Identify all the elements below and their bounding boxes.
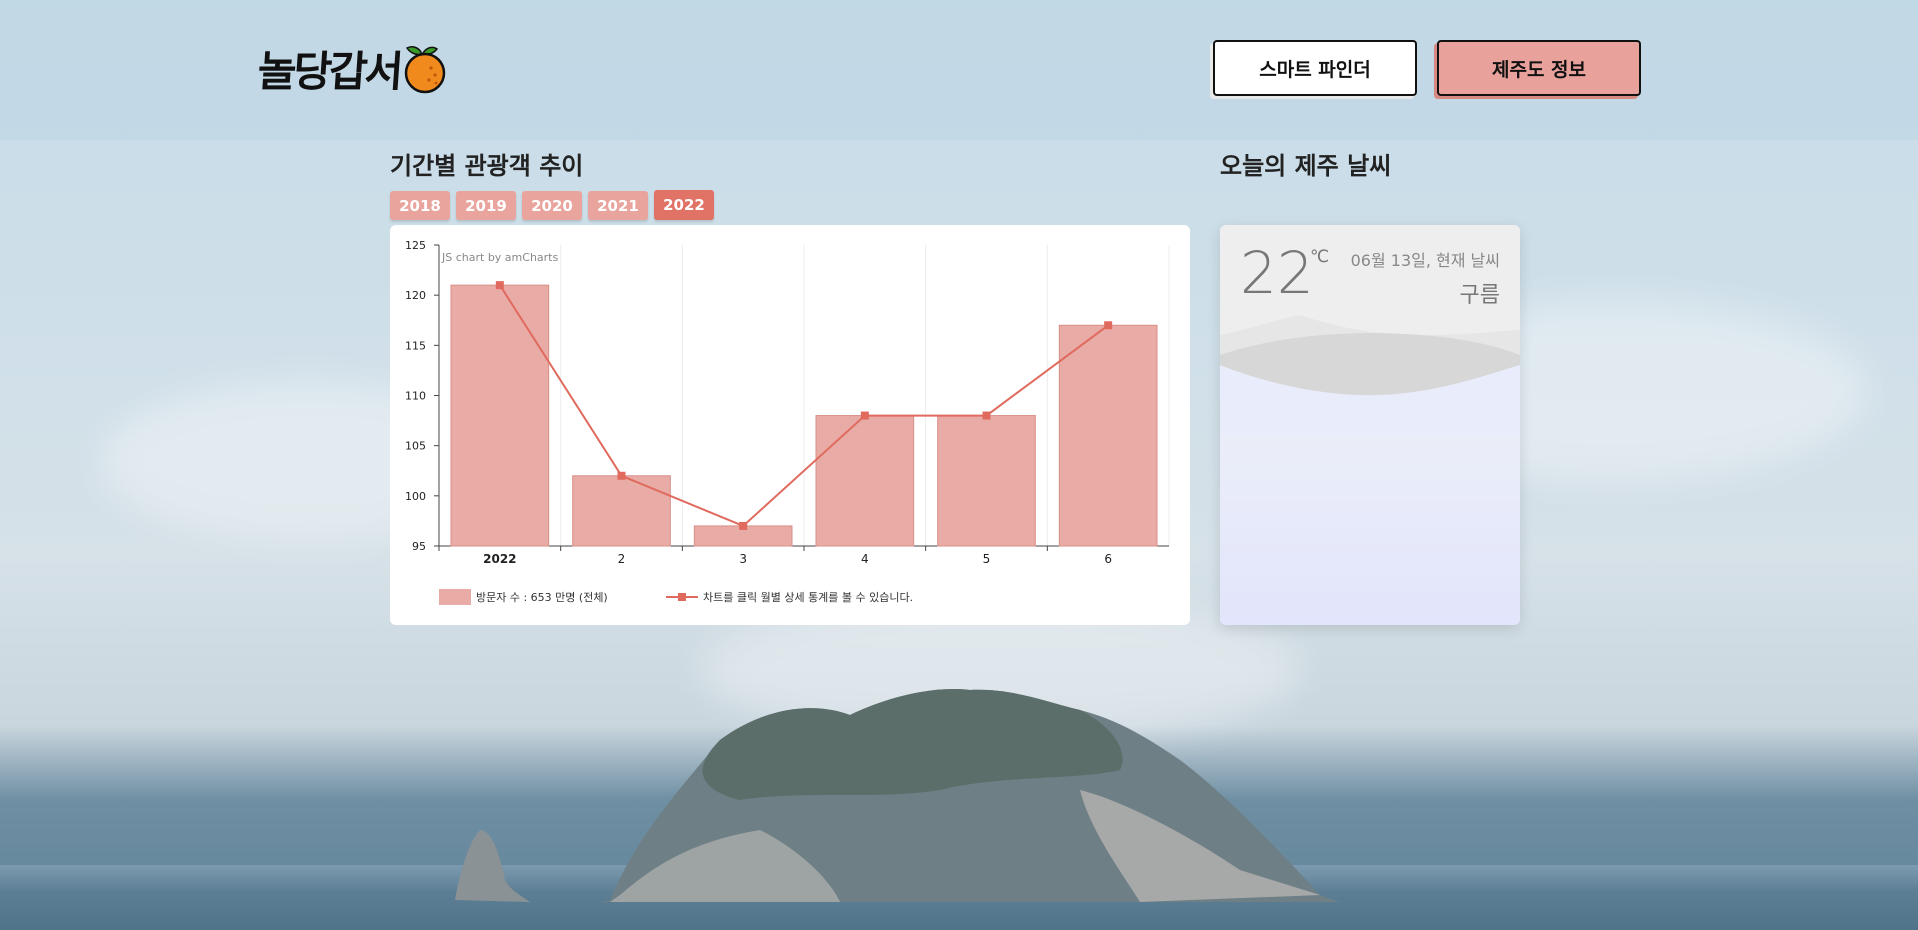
year-tabs: 2018 2019 2020 2021 2022	[390, 190, 714, 220]
chart-point	[860, 411, 869, 420]
y-tick-label: 100	[405, 490, 426, 503]
tab-2020[interactable]: 2020	[522, 191, 582, 220]
y-tick-label: 120	[405, 289, 426, 302]
legend-bar-swatch	[439, 589, 471, 605]
chart-credit: JS chart by amCharts	[441, 251, 558, 264]
tangerine-icon	[404, 45, 445, 93]
chart-point	[982, 411, 991, 420]
visitors-section-title: 기간별 관광객 추이	[390, 152, 584, 180]
y-tick-label: 115	[405, 339, 426, 352]
x-tick-label: 2	[618, 552, 626, 566]
y-tick-label: 95	[412, 540, 426, 553]
x-tick-label: 5	[983, 552, 991, 566]
y-tick-label: 105	[405, 440, 426, 453]
chart-point	[1104, 321, 1113, 330]
chart-point	[739, 521, 748, 530]
legend-line-label: 차트를 클릭 월별 상세 통계를 볼 수 있습니다.	[703, 591, 913, 604]
tab-2018[interactable]: 2018	[390, 191, 450, 220]
weather-condition: 구름	[1459, 283, 1500, 308]
weather-card: 22 ℃ 06월 13일, 현재 날씨 구름	[1220, 225, 1520, 625]
temperature-unit: ℃	[1310, 247, 1330, 267]
x-tick-label: 6	[1104, 552, 1112, 566]
chart-bar[interactable]	[815, 415, 915, 547]
x-tick-label: 4	[861, 552, 869, 566]
smart-finder-button[interactable]: 스마트 파인더	[1213, 40, 1417, 96]
tab-2019[interactable]: 2019	[456, 191, 516, 220]
island-image	[455, 689, 1340, 902]
jeju-info-button[interactable]: 제주도 정보	[1437, 40, 1641, 96]
chart-bar[interactable]	[937, 415, 1036, 547]
y-tick-label: 110	[405, 390, 426, 403]
x-tick-label: 3	[739, 552, 747, 566]
weather-date: 06월 13일, 현재 날씨	[1350, 251, 1500, 270]
site-logo[interactable]: 놀당갑서	[256, 38, 447, 99]
visitors-chart[interactable]: 95 100 105 110 115 120 125 JS chart by amCharts…	[390, 225, 1190, 625]
weather-section-title: 오늘의 제주 날씨	[1220, 152, 1392, 180]
tab-2021[interactable]: 2021	[588, 191, 648, 220]
y-tick-label: 125	[405, 239, 426, 252]
chart-point	[617, 471, 626, 480]
chart-bar[interactable]	[450, 284, 550, 547]
visitors-chart-card: 95 100 105 110 115 120 125 JS chart by amCharts…	[390, 225, 1190, 625]
logo-text: 놀당갑서	[256, 47, 403, 96]
chart-bar[interactable]	[572, 475, 671, 547]
legend-bar-label: 방문자 수 : 653 만명 (전체)	[476, 591, 608, 604]
x-tick-label: 2022	[483, 552, 516, 566]
tab-2022[interactable]: 2022	[654, 190, 714, 220]
temperature-value: 22	[1240, 239, 1314, 307]
wave-decoration	[1220, 315, 1520, 435]
chart-bar[interactable]	[1058, 324, 1158, 547]
chart-point	[495, 281, 504, 290]
legend-line-marker	[678, 593, 686, 601]
